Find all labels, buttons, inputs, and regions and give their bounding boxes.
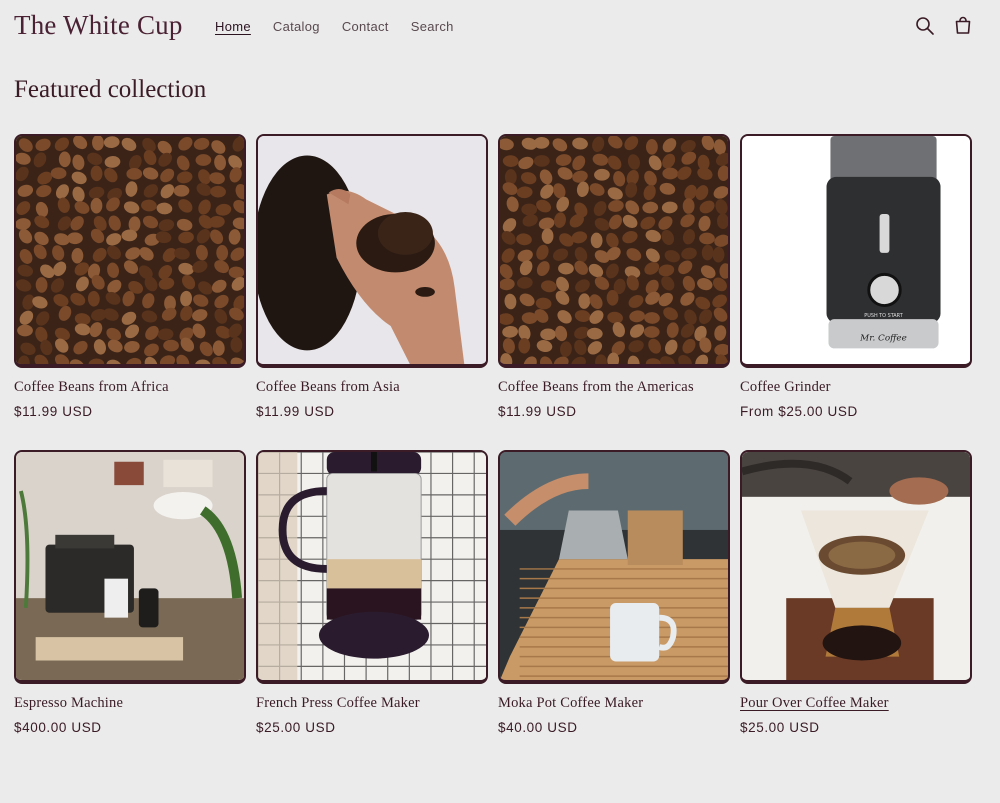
product-image[interactable] (498, 450, 730, 684)
pour-over-image (742, 452, 970, 680)
product-title[interactable]: Coffee Beans from the Americas (498, 379, 730, 396)
coffee-grinder-image: PUSH TO START Mr. Coffee (742, 136, 970, 364)
product-price: $400.00 USD (14, 720, 102, 735)
product-price: $11.99 USD (256, 404, 335, 419)
product-card[interactable]: PUSH TO START Mr. Coffee Coffee Grinder … (740, 134, 972, 419)
product-card[interactable]: Coffee Beans from Africa $11.99 USD (14, 134, 246, 419)
nav-home[interactable]: Home (215, 19, 251, 34)
coffee-beans-image (500, 136, 728, 364)
site-header: The White Cup Home Catalog Contact Searc… (0, 0, 1000, 56)
nav-search[interactable]: Search (411, 19, 454, 34)
featured-collection-title: Featured collection (14, 76, 207, 103)
product-title[interactable]: Moka Pot Coffee Maker (498, 695, 730, 712)
svg-text:Mr. Coffee: Mr. Coffee (859, 334, 907, 344)
moka-pot-image (500, 452, 728, 680)
product-price: $25.00 USD (256, 720, 336, 735)
product-card[interactable]: Coffee Beans from Asia $11.99 USD (256, 134, 488, 419)
product-card[interactable]: Coffee Beans from the Americas $11.99 US… (498, 134, 730, 419)
espresso-machine-image (16, 452, 244, 680)
product-title[interactable]: Coffee Beans from Asia (256, 379, 488, 396)
product-image[interactable] (256, 134, 488, 368)
product-title[interactable]: French Press Coffee Maker (256, 695, 488, 712)
product-price: $11.99 USD (498, 404, 577, 419)
product-title[interactable]: Espresso Machine (14, 695, 246, 712)
hand-with-beans-image (258, 136, 486, 364)
product-image[interactable] (14, 134, 246, 368)
main-nav: Home Catalog Contact Search (215, 19, 476, 34)
svg-text:PUSH TO START: PUSH TO START (864, 313, 902, 319)
french-press-image (258, 452, 486, 680)
nav-contact[interactable]: Contact (342, 19, 389, 34)
product-card[interactable]: French Press Coffee Maker $25.00 USD (256, 450, 488, 735)
product-image[interactable]: PUSH TO START Mr. Coffee (740, 134, 972, 368)
product-price: From $25.00 USD (740, 404, 858, 419)
product-price: $40.00 USD (498, 720, 578, 735)
product-image[interactable] (14, 450, 246, 684)
product-title[interactable]: Coffee Grinder (740, 379, 972, 396)
product-title[interactable]: Coffee Beans from Africa (14, 379, 246, 396)
product-image[interactable] (498, 134, 730, 368)
product-title[interactable]: Pour Over Coffee Maker (740, 695, 972, 712)
search-icon[interactable] (913, 14, 937, 38)
product-card[interactable]: Pour Over Coffee Maker $25.00 USD (740, 450, 972, 735)
product-image[interactable] (740, 450, 972, 684)
product-price: $25.00 USD (740, 720, 820, 735)
product-card[interactable]: Espresso Machine $400.00 USD (14, 450, 246, 735)
coffee-beans-image (16, 136, 244, 364)
product-card[interactable]: Moka Pot Coffee Maker $40.00 USD (498, 450, 730, 735)
cart-icon[interactable] (951, 14, 975, 38)
product-image[interactable] (256, 450, 488, 684)
site-logo[interactable]: The White Cup (14, 10, 183, 41)
nav-catalog[interactable]: Catalog (273, 19, 320, 34)
product-price: $11.99 USD (14, 404, 93, 419)
